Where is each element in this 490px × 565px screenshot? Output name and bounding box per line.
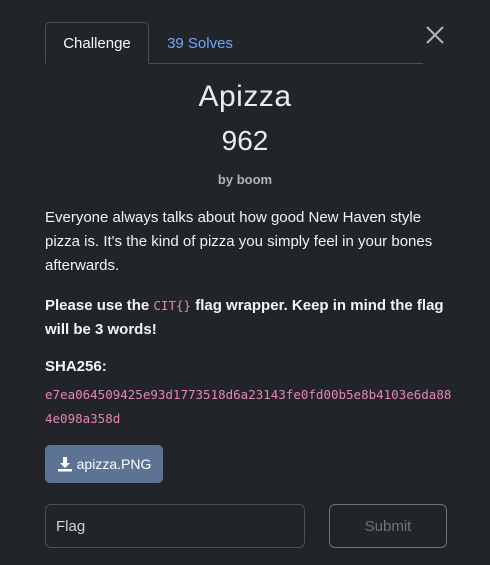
tab-challenge-label: Challenge — [63, 34, 131, 52]
close-icon — [426, 26, 444, 44]
close-button[interactable] — [424, 24, 446, 46]
challenge-tabs: Challenge 39 Solves — [45, 22, 423, 64]
sha-value: e7ea064509425e93d1773518d6a23143fe0fd00b… — [45, 387, 452, 426]
challenge-name: Apizza — [198, 80, 292, 113]
flag-format-note-pre: Please use the — [45, 297, 154, 314]
challenge-description: Everyone always talks about how good New… — [45, 209, 433, 274]
flag-input[interactable] — [45, 504, 305, 548]
flag-wrapper-code: CIT{} — [153, 298, 192, 313]
challenge-author: by boom — [217, 172, 273, 187]
submit-button[interactable]: Submit — [329, 504, 447, 548]
tab-solves-label: 39 Solves — [167, 34, 233, 52]
download-icon — [57, 457, 72, 472]
download-file-label: apizza.PNG — [76, 456, 152, 472]
flag-format-note: Please use the CIT{} flag wrapper. Keep … — [45, 294, 450, 342]
download-file-button[interactable]: apizza.PNG — [45, 445, 163, 483]
tab-challenge[interactable]: Challenge — [45, 22, 149, 64]
challenge-value: 962 — [221, 125, 269, 156]
sha-label: SHA256: — [45, 358, 107, 375]
tab-solves[interactable]: 39 Solves — [155, 22, 245, 64]
